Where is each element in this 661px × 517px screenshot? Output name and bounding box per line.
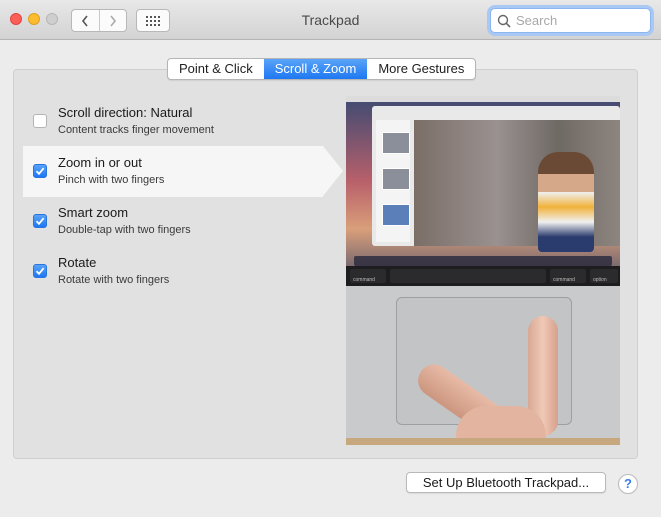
preview-dock (354, 256, 612, 266)
preview-menubar (346, 96, 620, 102)
preview-keyboard-row: command command option (346, 266, 620, 286)
preview-table-edge (346, 438, 620, 445)
help-button[interactable]: ? (618, 474, 638, 494)
zoom-in-out-checkbox[interactable] (33, 164, 47, 178)
preview-key-space (390, 269, 546, 283)
option-smart-zoom[interactable]: Smart zoom Double-tap with two fingers (23, 196, 323, 247)
search-input[interactable] (516, 13, 641, 28)
preview-key-command-left: command (350, 269, 386, 283)
option-rotate[interactable]: Rotate Rotate with two fingers (23, 246, 323, 297)
checkmark-icon (35, 167, 45, 176)
preview-person (538, 152, 594, 252)
tab-point-click[interactable]: Point & Click (168, 59, 264, 79)
tab-more-gestures[interactable]: More Gestures (367, 59, 475, 79)
preview-photo (414, 120, 620, 252)
setup-bluetooth-trackpad-button[interactable]: Set Up Bluetooth Trackpad... (406, 472, 606, 493)
preview-key-command-right: command (550, 269, 586, 283)
preview-photos-window (372, 106, 620, 252)
scroll-direction-checkbox[interactable] (33, 114, 47, 128)
option-title: Zoom in or out (58, 155, 142, 170)
preview-sidebar (376, 120, 410, 242)
preview-screen: command command option (346, 96, 620, 286)
option-scroll-direction[interactable]: Scroll direction: Natural Content tracks… (23, 96, 323, 147)
checkmark-icon (35, 217, 45, 226)
option-title: Smart zoom (58, 205, 129, 220)
gesture-preview-video: command command option (346, 96, 620, 445)
tab-scroll-zoom[interactable]: Scroll & Zoom (263, 59, 368, 79)
rotate-checkbox[interactable] (33, 264, 47, 278)
option-subtitle: Content tracks finger movement (58, 124, 214, 136)
preview-thumbnail (382, 132, 410, 154)
tab-bar: Point & Click Scroll & Zoom More Gesture… (167, 58, 477, 80)
option-subtitle: Rotate with two fingers (58, 274, 170, 286)
option-zoom-in-out[interactable]: Zoom in or out Pinch with two fingers (23, 146, 343, 197)
preview-thumbnail (382, 168, 410, 190)
checkmark-icon (35, 267, 45, 276)
search-icon (497, 14, 511, 28)
selection-arrow (323, 146, 343, 196)
option-title: Scroll direction: Natural (58, 105, 193, 120)
search-field[interactable] (490, 8, 651, 33)
preview-key-option: option (590, 269, 618, 283)
window-toolbar: Trackpad (0, 0, 661, 40)
preview-laptop-body (346, 286, 620, 445)
option-subtitle: Pinch with two fingers (58, 174, 165, 186)
smart-zoom-checkbox[interactable] (33, 214, 47, 228)
option-title: Rotate (58, 255, 97, 270)
preview-thumbnail (382, 204, 410, 226)
option-subtitle: Double-tap with two fingers (58, 224, 191, 236)
